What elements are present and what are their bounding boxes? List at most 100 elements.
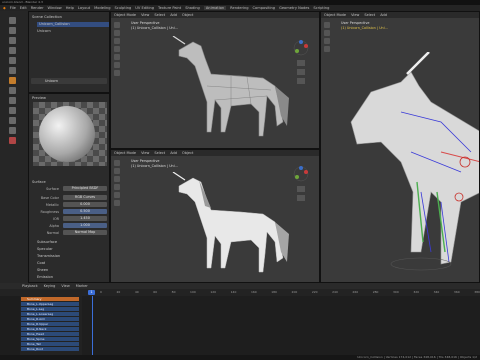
physics-icon[interactable] — [9, 107, 16, 114]
channel-row[interactable]: Bone_L.Leg — [21, 307, 79, 311]
tab-rendering[interactable]: Rendering — [230, 6, 248, 10]
annotate-tool-icon[interactable] — [114, 62, 120, 68]
tool-icon[interactable] — [9, 17, 16, 24]
roughness-field[interactable]: 0.500 — [63, 209, 107, 214]
current-frame-indicator[interactable]: 1 — [88, 290, 95, 295]
menu-add[interactable]: Add — [170, 151, 177, 155]
tab-animation[interactable]: Animation — [203, 6, 227, 10]
rotate-tool-icon[interactable] — [324, 38, 330, 44]
tab-scripting[interactable]: Scripting — [313, 6, 329, 10]
outliner-row-unicorn[interactable]: Unicorn — [37, 29, 51, 34]
outliner-row-scene-collection[interactable]: Scene Collection — [32, 15, 62, 20]
constraints-icon[interactable] — [9, 117, 16, 124]
tab-uv-editing[interactable]: UV Editing — [135, 6, 154, 10]
section-transmission[interactable]: Transmission — [37, 254, 60, 259]
annotate-tool-icon[interactable] — [114, 200, 120, 206]
menu-file[interactable]: File — [10, 6, 16, 10]
tab-sculpting[interactable]: Sculpting — [115, 6, 132, 10]
menu-help[interactable]: Help — [66, 6, 74, 10]
rotate-tool-icon[interactable] — [114, 38, 120, 44]
metallic-field[interactable]: 0.000 — [63, 202, 107, 207]
modifier-icon[interactable] — [9, 87, 16, 94]
channel-row[interactable]: Bone_Root — [21, 347, 79, 351]
channel-row[interactable]: Bone_L.LowerLeg — [21, 312, 79, 316]
tab-modeling[interactable]: Modeling — [94, 6, 110, 10]
move-tool-icon[interactable] — [324, 30, 330, 36]
frame-ruler[interactable]: 1 0 20 40 60 80 100 120 140 160 180 200 … — [0, 289, 480, 296]
mode-selector[interactable]: Object Mode — [324, 13, 346, 17]
particles-icon[interactable] — [9, 97, 16, 104]
material-slot-selector[interactable]: Unicorn — [31, 78, 107, 84]
menu-view[interactable]: View — [351, 13, 359, 17]
render-icon[interactable] — [9, 27, 16, 34]
channel-row[interactable]: Bone_Head — [21, 332, 79, 336]
mode-selector[interactable]: Object Mode — [114, 151, 136, 155]
channel-row[interactable]: Bone_Spine — [21, 337, 79, 341]
tab-compositing[interactable]: Compositing — [253, 6, 276, 10]
menu-view[interactable]: View — [141, 151, 149, 155]
section-subsurface[interactable]: Subsurface — [37, 240, 57, 245]
scale-tool-icon[interactable] — [324, 46, 330, 52]
menu-select[interactable]: Select — [364, 13, 375, 17]
scale-tool-icon[interactable] — [114, 184, 120, 190]
channel-row[interactable]: Bone_R.Neck — [21, 327, 79, 331]
menu-select[interactable]: Select — [154, 151, 165, 155]
cursor-tool-icon[interactable] — [324, 22, 330, 28]
rotate-tool-icon[interactable] — [114, 176, 120, 182]
section-specular[interactable]: Specular — [37, 247, 53, 252]
move-tool-icon[interactable] — [114, 168, 120, 174]
channel-summary[interactable]: Summary — [21, 297, 79, 301]
world-icon[interactable] — [9, 67, 16, 74]
mode-selector[interactable]: Object Mode — [114, 13, 136, 17]
view-layer-icon[interactable] — [9, 47, 16, 54]
preview-header[interactable]: Preview — [32, 96, 46, 101]
navigation-gizmo[interactable] — [289, 38, 313, 98]
outliner-row-unicorn-collision[interactable]: Unicorn_Collision — [37, 22, 109, 27]
transform-tool-icon[interactable] — [114, 54, 120, 60]
object-icon[interactable] — [9, 77, 16, 84]
material-icon[interactable] — [9, 137, 16, 144]
data-icon[interactable] — [9, 127, 16, 134]
channel-row[interactable]: Bone_R.Arm — [21, 317, 79, 321]
menu-object[interactable]: Object — [182, 13, 193, 17]
menu-select[interactable]: Select — [154, 13, 165, 17]
channel-row[interactable]: Bone_R.Upper — [21, 322, 79, 326]
navigation-gizmo[interactable] — [289, 164, 313, 224]
menu-view[interactable]: View — [141, 13, 149, 17]
blender-logo-icon[interactable]: ◆ — [3, 6, 6, 10]
move-tool-icon[interactable] — [114, 30, 120, 36]
menu-object[interactable]: Object — [182, 151, 193, 155]
menu-add[interactable]: Add — [170, 13, 177, 17]
menu-view[interactable]: View — [61, 284, 69, 288]
surface-shader-field[interactable]: Principled BSDF — [63, 186, 107, 191]
base-color-field[interactable]: RGB Curves — [63, 195, 107, 200]
transform-tool-icon[interactable] — [114, 192, 120, 198]
section-sheen[interactable]: Sheen — [37, 268, 48, 273]
tab-layout[interactable]: Layout — [78, 6, 90, 10]
alpha-field[interactable]: 1.000 — [63, 223, 107, 228]
menu-playback[interactable]: Playback — [22, 284, 38, 288]
section-coat[interactable]: Coat — [37, 261, 45, 266]
tab-shading[interactable]: Shading — [185, 6, 200, 10]
channel-row[interactable]: Bone_L.UpperLeg — [21, 302, 79, 306]
scale-tool-icon[interactable] — [114, 46, 120, 52]
ior-field[interactable]: 1.450 — [63, 216, 107, 221]
viewport-right[interactable]: Object Mode View Select Add User Perspec… — [320, 11, 480, 283]
menu-marker[interactable]: Marker — [76, 284, 88, 288]
section-emission[interactable]: Emission — [37, 275, 53, 280]
output-icon[interactable] — [9, 37, 16, 44]
cursor-tool-icon[interactable] — [114, 160, 120, 166]
menu-render[interactable]: Render — [31, 6, 44, 10]
channel-row[interactable]: Bone_Tail — [21, 342, 79, 346]
surface-header[interactable]: Surface — [32, 180, 46, 185]
tab-geometry-nodes[interactable]: Geometry Nodes — [279, 6, 309, 10]
viewport-bottom[interactable]: Object Mode View Select Add Object User … — [110, 149, 320, 283]
scene-icon[interactable] — [9, 57, 16, 64]
menu-keying[interactable]: Keying — [44, 284, 56, 288]
normal-field[interactable]: Normal Map — [63, 230, 107, 235]
measure-tool-icon[interactable] — [114, 70, 120, 76]
cursor-tool-icon[interactable] — [114, 22, 120, 28]
dopesheet-area[interactable] — [82, 296, 480, 356]
viewport-top[interactable]: Object Mode View Select Add Object User … — [110, 11, 320, 149]
tab-texture-paint[interactable]: Texture Paint — [158, 6, 181, 10]
